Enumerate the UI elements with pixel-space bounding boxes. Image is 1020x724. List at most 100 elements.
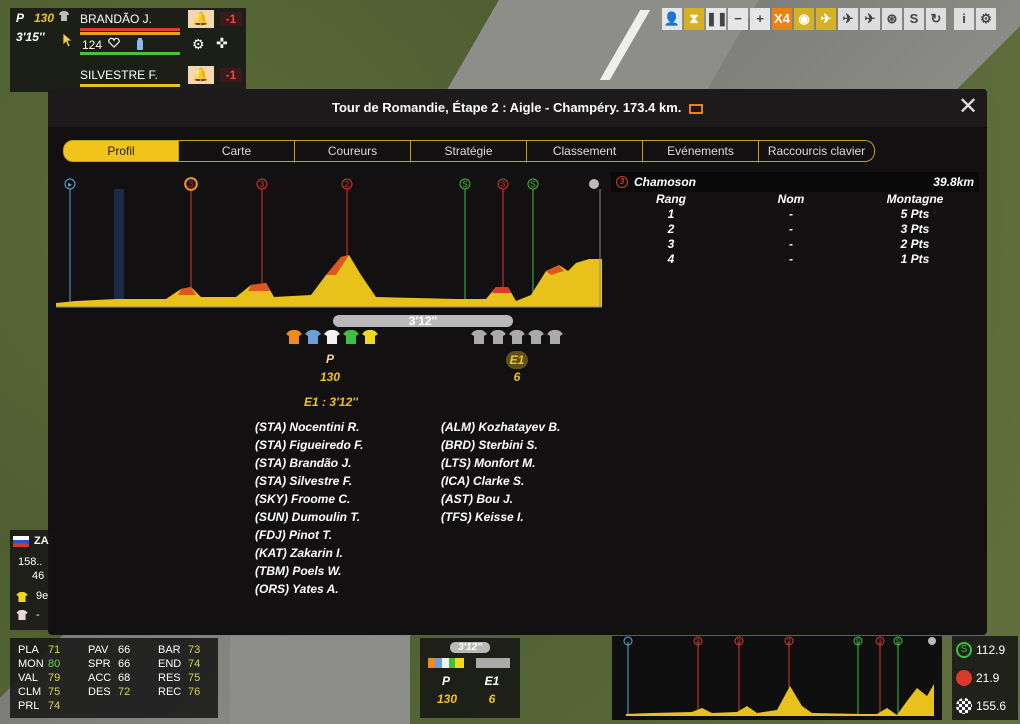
tab-strategie[interactable]: Stratégie (411, 140, 527, 162)
rider-icon[interactable]: 👤 (662, 8, 682, 30)
stat-label: SPR (88, 658, 111, 670)
list-item[interactable]: (ORS) Yates A. (255, 580, 363, 598)
bottom-p-count: 130 (436, 692, 458, 706)
list-item[interactable]: (LTS) Monfort M. (441, 454, 560, 472)
list-item[interactable]: (STA) Figueiredo F. (255, 436, 363, 454)
tab-raccourcis[interactable]: Raccourcis clavier (759, 140, 875, 162)
rank-cell: 1 (667, 207, 675, 221)
col-montagne: Montagne (886, 192, 944, 206)
sprint-marker: S (856, 639, 861, 646)
helicopter2-icon[interactable]: ✈ (860, 8, 880, 30)
group-e1-jerseys[interactable] (471, 330, 563, 344)
distance-to-climb: 21.9 (976, 671, 1000, 685)
plane-icon[interactable]: ✈ (838, 8, 858, 30)
stat-value: 74 (188, 658, 201, 670)
list-item[interactable]: (STA) Silvestre F. (255, 472, 363, 490)
pause-icon[interactable]: ❚❚ (706, 8, 728, 30)
tab-evenements[interactable]: Evénements (643, 140, 759, 162)
list-item[interactable]: (SKY) Froome C. (255, 490, 363, 508)
distance-row: 155.6 (952, 692, 1018, 720)
climb-marker: 3 (696, 639, 700, 646)
mini-stage-profile[interactable]: 3 3 2 S 3 S (612, 636, 942, 720)
list-item[interactable]: (AST) Bou J. (441, 490, 560, 508)
speed-button[interactable]: X4 (772, 8, 792, 30)
group-summary[interactable]: P 130 3'15'' (10, 8, 76, 92)
climb-marker: 3 (737, 639, 741, 646)
sprint-icon[interactable]: S (904, 8, 924, 30)
tab-classement[interactable]: Classement (527, 140, 643, 162)
info-icon[interactable]: i (954, 8, 974, 30)
rider2-penalty: -1 (220, 68, 242, 82)
group-p-jerseys[interactable] (286, 330, 378, 344)
list-item[interactable]: (SUN) Dumoulin T. (255, 508, 363, 526)
climb-marker[interactable]: 3 (501, 180, 506, 189)
stat-label: RES (158, 672, 181, 684)
group-e1-count: 6 (513, 370, 521, 384)
list-item[interactable]: (TFS) Keisse I. (441, 508, 560, 526)
list-item[interactable]: (KAT) Zakarin I. (255, 544, 363, 562)
rank-cell: 4 (667, 252, 675, 266)
climb-marker[interactable]: 2 (345, 180, 350, 189)
rider2-name[interactable]: SILVESTRE F. (80, 68, 158, 82)
bottom-p-jerseys[interactable] (428, 656, 464, 668)
list-item[interactable]: (FDJ) Pinot T. (255, 526, 363, 544)
hourglass-icon[interactable]: ⧗ (684, 8, 704, 30)
stat-label: REC (158, 686, 182, 698)
stage-modal: Tour de Romandie, Étape 2 : Aigle - Cham… (48, 89, 987, 635)
tab-coureurs[interactable]: Coureurs (295, 140, 411, 162)
bottom-e1-jerseys[interactable] (476, 656, 510, 668)
bottom-p-label: P (441, 674, 450, 688)
stat-value: 75 (48, 686, 61, 698)
helicopter-icon[interactable]: ✈ (816, 8, 836, 30)
close-icon[interactable]: ✕ (957, 95, 979, 119)
settings-icon[interactable]: ⚙ (976, 8, 996, 30)
group-p-label: P (325, 352, 334, 366)
stat-value: 74 (48, 700, 61, 712)
minus-icon[interactable]: − (728, 8, 748, 30)
plus-icon[interactable]: + (750, 8, 770, 30)
attack-bell-icon[interactable]: 🔔 (188, 66, 214, 84)
orange-jersey-icon (286, 330, 302, 344)
list-item[interactable]: (ALM) Kozhatayev B. (441, 418, 560, 436)
list-item[interactable]: (TBM) Poels W. (255, 562, 363, 580)
points-cell: 1 Pts (900, 252, 930, 266)
climb-marker[interactable]: 3 (189, 180, 194, 189)
rider1-energy-bar (80, 28, 180, 31)
wheel-icon[interactable]: ⊛ (882, 8, 902, 30)
rotate-icon[interactable]: ↻ (926, 8, 946, 30)
stage-profile-chart[interactable]: ▸ 3 3 2 S 3 S (56, 175, 602, 310)
climb-marker[interactable]: 3 (260, 180, 265, 189)
tab-carte[interactable]: Carte (179, 140, 295, 162)
sprint-marker[interactable]: S (462, 180, 467, 189)
rider1-name[interactable]: BRANDÃO J. (80, 12, 152, 26)
points-cell: 2 Pts (900, 237, 930, 251)
group-e1-rider-list: (ALM) Kozhatayev B. (BRD) Sterbini S. (L… (441, 418, 560, 526)
stat-label: VAL (18, 672, 38, 684)
list-item[interactable]: (ICA) Clarke S. (441, 472, 560, 490)
tab-profil[interactable]: Profil (63, 140, 179, 162)
stat-label: DES (88, 686, 111, 698)
e1-summary: E1 : 3'12'' (304, 395, 358, 409)
sprint-marker[interactable]: S (530, 180, 535, 189)
rider1-penalty: -1 (220, 12, 242, 26)
eye-icon[interactable]: ◉ (794, 8, 814, 30)
grey-jersey-icon (547, 330, 563, 344)
rider-panel: P 130 3'15'' BRANDÃO J. 🔔 -1 124 ⚙ ✜ SIL… (10, 8, 246, 92)
target-icon[interactable]: ✜ (216, 35, 228, 52)
tab-bar: Profil Carte Coureurs Stratégie Classeme… (63, 140, 875, 162)
yellow-jersey-icon (362, 330, 378, 344)
stat-value: 66 (118, 644, 131, 656)
stat-value: 68 (118, 672, 131, 684)
attack-bell-icon[interactable]: 🔔 (188, 10, 214, 28)
left-value2: 46 (32, 570, 45, 582)
settings-gear-icon[interactable]: ⚙ (192, 36, 205, 53)
distance-panel: S 112.9 21.9 155.6 (952, 636, 1018, 720)
list-item[interactable]: (STA) Brandão J. (255, 454, 363, 472)
list-item[interactable]: (STA) Nocentini R. (255, 418, 363, 436)
distance-row: S 112.9 (952, 636, 1018, 664)
list-item[interactable]: (BRD) Sterbini S. (441, 436, 560, 454)
left-dash: - (36, 609, 40, 621)
yellow-jersey-icon (16, 592, 28, 602)
start-marker: ▸ (68, 180, 72, 189)
grey-jersey-icon (509, 330, 525, 344)
